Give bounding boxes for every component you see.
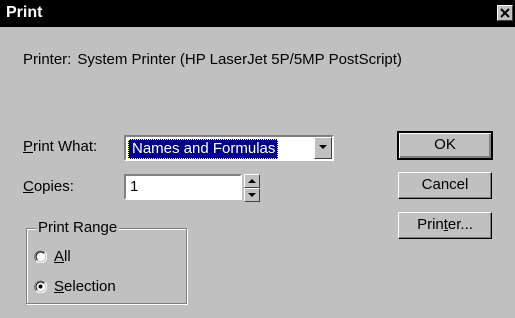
copies-decrement-button[interactable] bbox=[244, 188, 260, 202]
print-what-value: Names and Formulas bbox=[128, 139, 279, 159]
printer-label: Printer: bbox=[23, 51, 72, 68]
cancel-button[interactable]: Cancel bbox=[398, 172, 492, 199]
printer-info: Printer: System Printer (HP LaserJet 5P/5… bbox=[23, 51, 402, 68]
print-what-label: Print What: bbox=[23, 138, 97, 155]
window-title: Print bbox=[6, 4, 43, 21]
title-bar[interactable]: Print bbox=[0, 0, 515, 27]
copies-accel: C bbox=[23, 178, 34, 195]
triangle-down-icon bbox=[248, 193, 256, 197]
chevron-down-icon bbox=[319, 145, 327, 149]
print-what-accel: P bbox=[23, 138, 34, 155]
copies-label-text: opies: bbox=[33, 178, 74, 195]
ok-button[interactable]: OK bbox=[397, 131, 493, 160]
radio-all-text: ll bbox=[64, 248, 71, 265]
close-icon bbox=[500, 8, 510, 18]
copies-increment-button[interactable] bbox=[244, 174, 260, 188]
radio-unchecked-icon bbox=[34, 250, 47, 263]
printer-button-text-pre: Prin bbox=[417, 216, 444, 233]
copies-label: Copies: bbox=[23, 178, 74, 195]
printer-name: System Printer (HP LaserJet 5P/5MP PostS… bbox=[77, 51, 402, 68]
printer-button-text-post: er... bbox=[447, 216, 473, 233]
print-what-select[interactable]: Names and Formulas bbox=[124, 135, 334, 161]
copies-input[interactable]: 1 bbox=[124, 174, 242, 200]
printer-button[interactable]: Printer... bbox=[398, 212, 492, 239]
print-dialog: Print Printer: System Printer (HP LaserJe… bbox=[0, 0, 515, 318]
radio-selection-label: Selection bbox=[54, 278, 116, 295]
print-what-dropdown-button[interactable] bbox=[314, 137, 332, 159]
copies-spinner bbox=[244, 174, 260, 202]
radio-all-label: All bbox=[54, 248, 71, 265]
print-range-label: Print Range bbox=[36, 219, 120, 236]
radio-selection-accel: S bbox=[54, 278, 65, 295]
radio-checked-icon bbox=[34, 280, 47, 293]
print-what-label-text: rint What: bbox=[33, 138, 98, 155]
radio-selection-text: election bbox=[64, 278, 116, 295]
triangle-up-icon bbox=[248, 179, 256, 183]
radio-all-accel: A bbox=[54, 248, 65, 265]
close-button[interactable] bbox=[497, 5, 513, 21]
